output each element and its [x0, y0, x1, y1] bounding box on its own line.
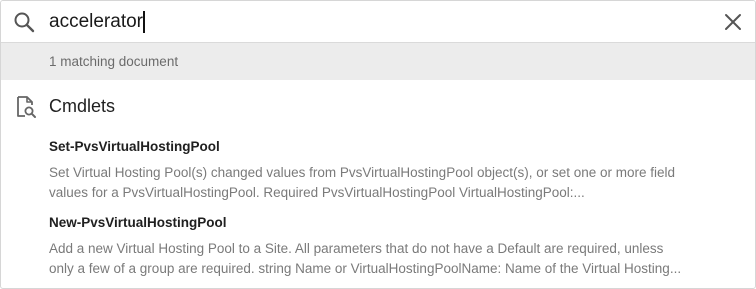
- search-result[interactable]: Set-PvsVirtualHostingPool Set Virtual Ho…: [49, 138, 749, 203]
- result-description-line: values for a PvsVirtualHostingPool. Requ…: [49, 185, 585, 200]
- result-description-line: Set Virtual Hosting Pool(s) changed valu…: [49, 165, 676, 180]
- result-description: Add a new Virtual Hosting Pool to a Site…: [49, 239, 749, 279]
- search-result[interactable]: New-PvsVirtualHostingPool Add a new Virt…: [49, 214, 749, 279]
- result-title[interactable]: New-PvsVirtualHostingPool: [49, 214, 749, 232]
- match-count-bar: 1 matching document: [1, 43, 755, 80]
- close-icon[interactable]: [721, 10, 745, 34]
- search-bar: [1, 1, 755, 43]
- section-title: Cmdlets: [49, 96, 116, 116]
- result-title[interactable]: Set-PvsVirtualHostingPool: [49, 138, 749, 156]
- result-description-line: only a few of a group are required. stri…: [49, 261, 682, 276]
- text-caret: [143, 11, 145, 33]
- search-input[interactable]: [49, 7, 709, 37]
- search-icon: [13, 11, 35, 33]
- result-description-line: Add a new Virtual Hosting Pool to a Site…: [49, 241, 664, 256]
- search-panel: 1 matching document Cmdlets Set-PvsVirtu…: [0, 0, 756, 289]
- match-count-text: 1 matching document: [49, 54, 179, 69]
- result-description: Set Virtual Hosting Pool(s) changed valu…: [49, 163, 749, 203]
- document-search-icon: [15, 95, 37, 119]
